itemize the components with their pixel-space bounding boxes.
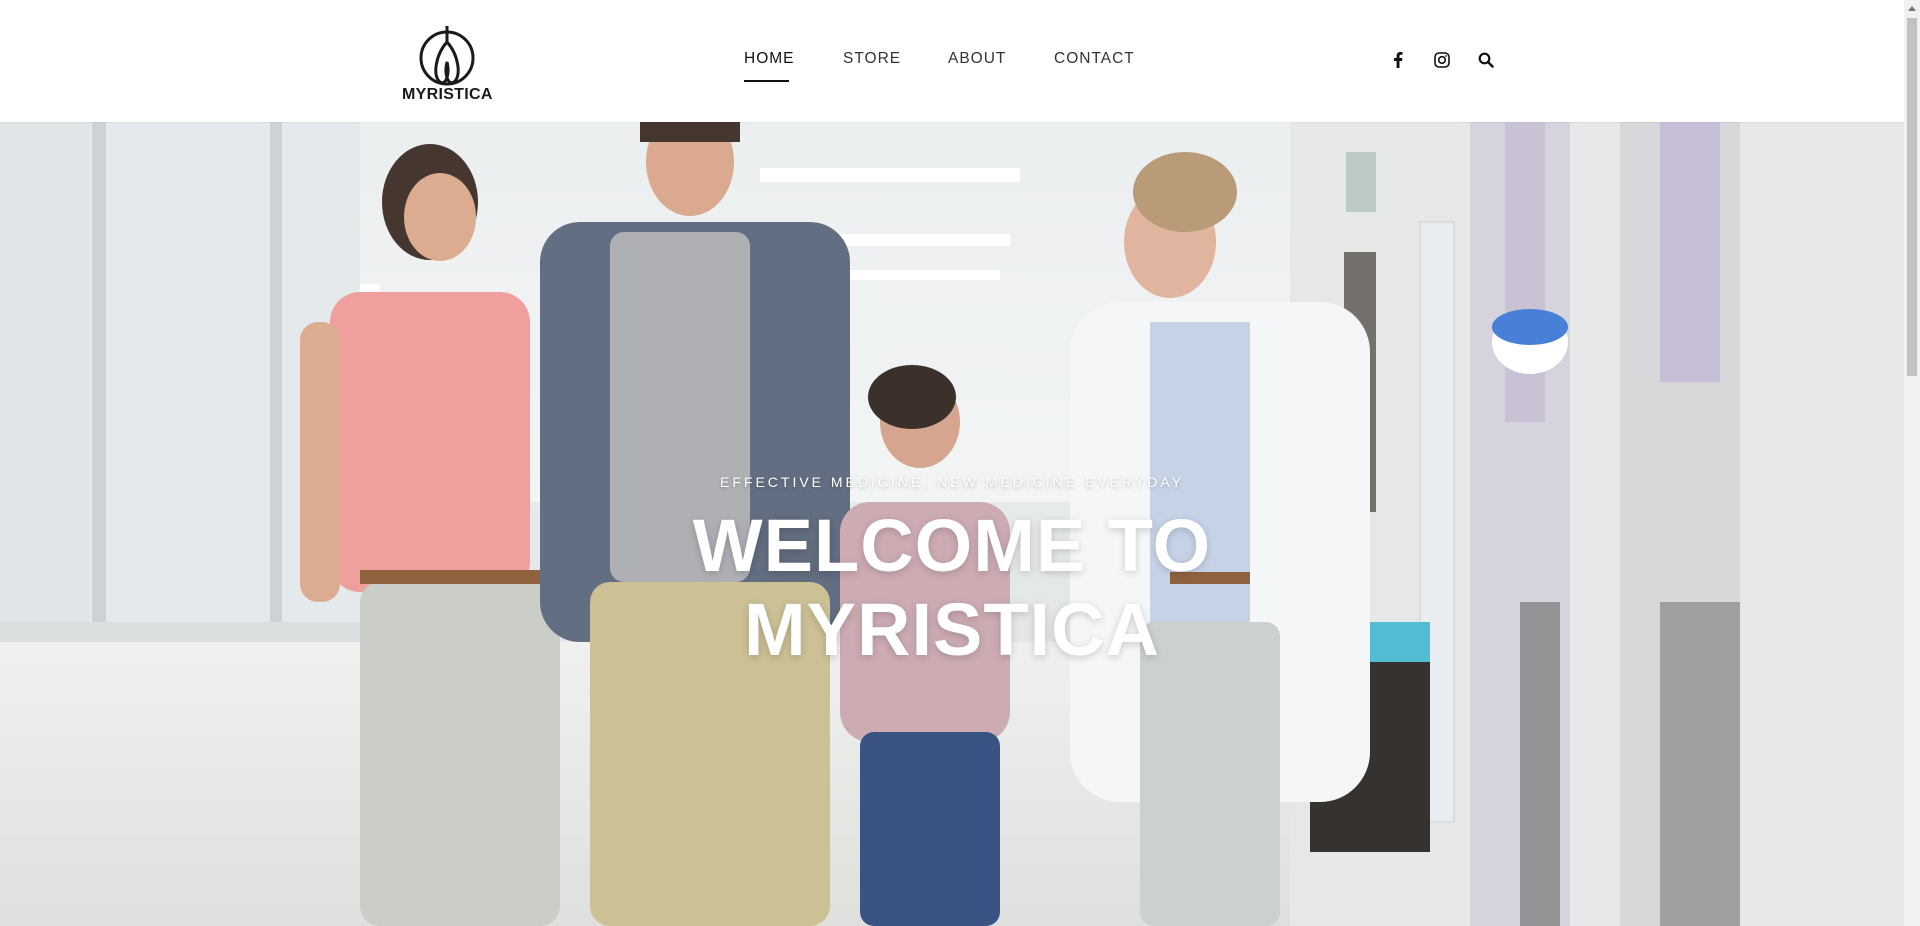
hero-title-line-2: MYRISTICA bbox=[744, 588, 1160, 671]
page-scrollbar[interactable] bbox=[1904, 0, 1920, 926]
hero-title: WELCOME TO MYRISTICA bbox=[0, 504, 1904, 672]
myristica-logo-icon bbox=[419, 26, 475, 86]
nav-about[interactable]: ABOUT bbox=[948, 50, 1006, 68]
hero-subtitle: EFFECTIVE MEDICINE, NEW MEDICINE EVERYDA… bbox=[720, 474, 1184, 490]
nav-contact[interactable]: CONTACT bbox=[1054, 50, 1135, 68]
site-header: MYRISTICA HOME STORE ABOUT CONTACT bbox=[0, 0, 1904, 122]
nav-store[interactable]: STORE bbox=[843, 50, 901, 68]
scroll-up-arrow-icon[interactable] bbox=[1904, 0, 1920, 16]
facebook-icon[interactable] bbox=[1387, 49, 1409, 71]
nav-home[interactable]: HOME bbox=[744, 50, 795, 68]
instagram-icon[interactable] bbox=[1431, 49, 1453, 71]
site-logo[interactable]: MYRISTICA bbox=[402, 24, 492, 106]
scrollbar-thumb[interactable] bbox=[1907, 18, 1917, 376]
search-icon[interactable] bbox=[1475, 49, 1497, 71]
nav-active-underline bbox=[744, 80, 789, 82]
page: MYRISTICA HOME STORE ABOUT CONTACT EFFEC… bbox=[0, 0, 1904, 926]
hero-section: EFFECTIVE MEDICINE, NEW MEDICINE EVERYDA… bbox=[0, 122, 1904, 926]
hero-title-line-1: WELCOME TO bbox=[692, 504, 1212, 587]
logo-text: MYRISTICA bbox=[402, 86, 493, 103]
